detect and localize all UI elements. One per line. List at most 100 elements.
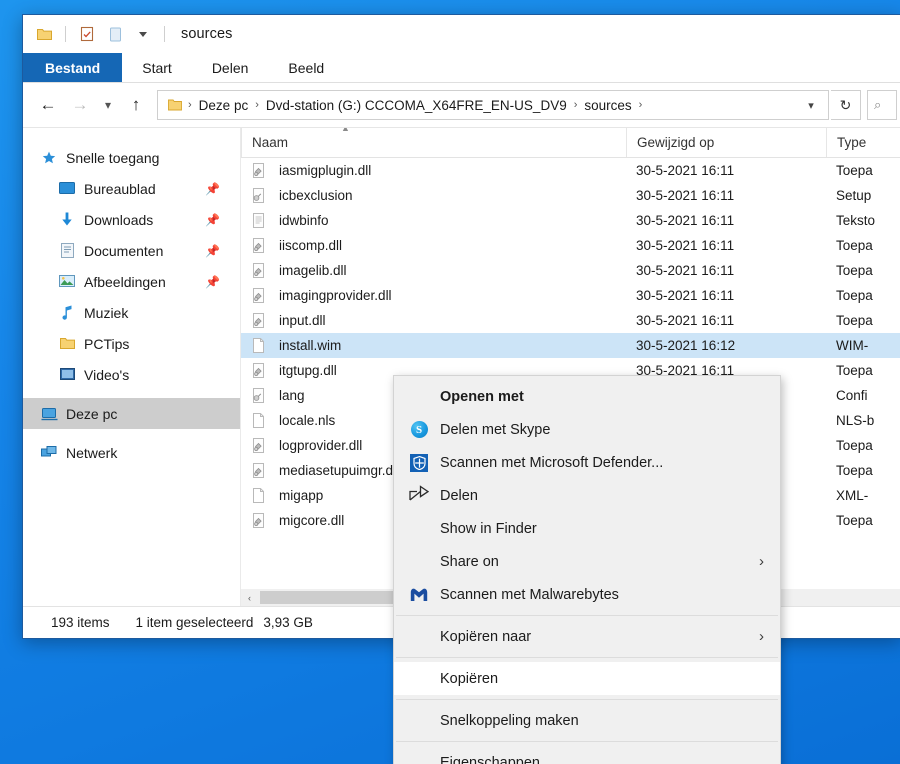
column-header-gewijzigd-op[interactable]: Gewijzigd op [626,128,826,157]
menu-item-label: Scannen met Malwarebytes [440,586,619,603]
table-row[interactable]: icbexclusion 30-5-2021 16:11 Setup [241,183,900,208]
table-row[interactable]: install.wim 30-5-2021 16:12 WIM- [241,333,900,358]
sidebar-item-afbeeldingen[interactable]: Afbeeldingen 📌 [23,266,240,297]
folder-icon[interactable] [33,23,55,45]
sidebar-item-muziek[interactable]: Muziek [23,297,240,328]
recent-locations-caret-icon[interactable]: ▾ [97,90,119,120]
submenu-chevron-icon: › [759,628,764,645]
file-type-cell: NLS-b [836,413,875,428]
menu-item-delen[interactable]: Delen [394,479,780,512]
sidebar-item-downloads[interactable]: Downloads 📌 [23,204,240,235]
file-type-cell: XML- [836,488,869,503]
menu-item-kopi-ren[interactable]: Kopiëren [394,662,780,695]
ribbon-tab-bar: Bestand Start Delen Beeld [23,53,900,83]
tab-beeld[interactable]: Beeld [268,53,344,82]
table-row[interactable]: input.dll 30-5-2021 16:11 Toepa [241,308,900,333]
pin-icon[interactable]: 📌 [205,244,220,258]
table-row[interactable]: imagingprovider.dll 30-5-2021 16:11 Toepa [241,283,900,308]
file-name-cell[interactable]: imagingprovider.dll [241,287,626,304]
breadcrumb-item-deze-pc[interactable]: Deze pc [196,98,252,113]
scroll-left-icon[interactable]: ‹ [241,589,258,606]
breadcrumb-item-sources[interactable]: sources [581,98,634,113]
sidebar-item-label: PCTips [84,335,130,352]
file-name-cell[interactable]: iasmigplugin.dll [241,162,626,179]
properties-checklist-icon[interactable] [76,23,98,45]
customize-caret-icon[interactable] [132,23,154,45]
file-type-cell: Toepa [836,163,873,178]
table-row[interactable]: imagelib.dll 30-5-2021 16:11 Toepa [241,258,900,283]
pin-icon[interactable]: 📌 [205,213,220,227]
menu-item-label: Kopiëren [440,670,499,687]
skype-icon: S [406,419,432,441]
network-icon [39,444,59,462]
menu-item-label: Show in Finder [440,520,537,537]
file-type-cell: Toepa [836,438,873,453]
menu-item-share-on[interactable]: Share on › [394,545,780,578]
file-name-label: mediasetupuimgr.dll [279,463,400,478]
table-row[interactable]: idwbinfo 30-5-2021 16:11 Teksto [241,208,900,233]
pin-icon[interactable]: 📌 [205,275,220,289]
file-type-cell: Toepa [836,363,873,378]
tab-start[interactable]: Start [122,53,192,82]
file-name-cell[interactable]: imagelib.dll [241,262,626,279]
file-name-label: locale.nls [279,413,336,428]
dll-file-icon [251,437,271,454]
menu-item-show-in-finder[interactable]: Show in Finder [394,512,780,545]
file-type-cell: Toepa [836,263,873,278]
malwarebytes-icon [410,587,428,603]
pin-icon[interactable]: 📌 [205,182,220,196]
file-type-cell: Confi [836,388,868,403]
breadcrumb-separator: › [573,99,578,111]
menu-item-snelkoppeling-maken[interactable]: Snelkoppeling maken [394,704,780,737]
status-item-count: 193 items [51,615,110,630]
file-name-cell[interactable]: idwbinfo [241,212,626,229]
menu-item-scannen-met-malwarebytes[interactable]: Scannen met Malwarebytes [394,578,780,611]
refresh-icon[interactable]: ↻ [831,90,861,120]
tab-delen[interactable]: Delen [192,53,269,82]
menu-item-delen-met-skype[interactable]: S Delen met Skype [394,413,780,446]
file-name-cell[interactable]: icbexclusion [241,187,626,204]
sidebar-item-pctips[interactable]: PCTips [23,328,240,359]
file-type-cell: WIM- [836,338,869,353]
column-header-row: ▲ Naam Gewijzigd op Type [241,128,900,158]
search-input[interactable]: ⌕ [867,90,897,120]
sidebar-item-label: Deze pc [66,405,118,422]
sidebar-item-videos[interactable]: Video's [23,359,240,390]
chevron-down-icon[interactable]: ▾ [800,99,822,112]
menu-item-eigenschappen[interactable]: Eigenschappen [394,746,780,764]
setup-file-icon [251,387,271,404]
forward-arrow-icon[interactable]: → [65,90,95,120]
context-menu: Openen met S Delen met Skype Scannen met Mi… [393,375,781,764]
videos-icon [57,366,77,384]
table-row[interactable]: iiscomp.dll 30-5-2021 16:11 Toepa [241,233,900,258]
breadcrumb-item-dvd-station[interactable]: Dvd-station (G:) CCCOMA_X64FRE_EN-US_DV9 [263,98,570,113]
file-name-cell[interactable]: install.wim [241,337,626,354]
menu-item-scannen-met-microsoft-defender[interactable]: Scannen met Microsoft Defender... [394,446,780,479]
sidebar-item-snelle-toegang[interactable]: Snelle toegang [23,142,240,173]
new-folder-icon[interactable] [104,23,126,45]
file-type-cell: Toepa [836,313,873,328]
file-modified-cell: 30-5-2021 16:11 [636,188,735,203]
dll-file-icon [251,237,271,254]
tab-bestand[interactable]: Bestand [23,53,123,82]
file-name-cell[interactable]: input.dll [241,312,626,329]
column-header-naam[interactable]: Naam [241,128,626,157]
sidebar-item-documenten[interactable]: Documenten 📌 [23,235,240,266]
back-arrow-icon[interactable]: ← [33,90,63,120]
menu-icon-placeholder [406,752,432,764]
breadcrumb-separator: › [188,99,192,111]
table-row[interactable]: iasmigplugin.dll 30-5-2021 16:11 Toepa [241,158,900,183]
menu-item-kopi-ren-naar[interactable]: Kopiëren naar › [394,620,780,653]
divider [65,26,66,42]
sidebar-item-netwerk[interactable]: Netwerk [23,437,240,468]
sidebar-item-bureaublad[interactable]: Bureaublad 📌 [23,173,240,204]
music-note-icon [57,304,77,322]
file-type-cell: Teksto [836,213,876,228]
address-path-box[interactable]: › Deze pc › Dvd-station (G:) CCCOMA_X64F… [157,90,829,120]
sidebar-item-deze-pc[interactable]: Deze pc [23,398,240,429]
column-header-type[interactable]: Type [826,128,900,157]
file-name-cell[interactable]: iiscomp.dll [241,237,626,254]
file-type-cell: Toepa [836,238,873,253]
up-arrow-icon[interactable]: ↑ [121,90,151,120]
documents-icon [57,242,77,260]
